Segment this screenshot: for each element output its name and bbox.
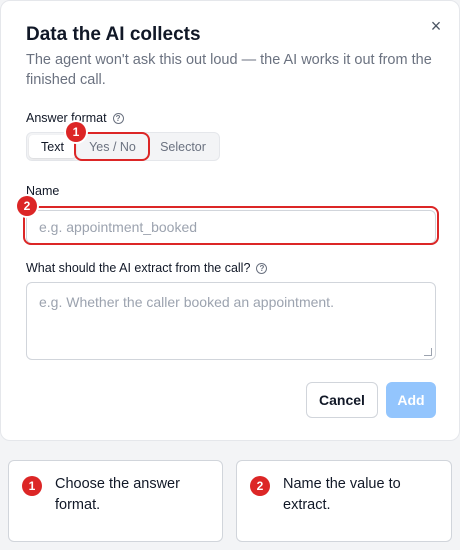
callout-badge-1: 1 xyxy=(22,476,42,496)
help-icon[interactable]: ? xyxy=(112,112,124,124)
callout-badge-2: 2 xyxy=(250,476,270,496)
format-option-yes-no[interactable]: Yes / No xyxy=(76,135,149,158)
answer-format-label-text: Answer format xyxy=(26,111,107,125)
callout-card-2: 2 Name the value to extract. xyxy=(236,460,452,542)
marker-badge-1: 1 xyxy=(66,122,86,142)
format-option-selector[interactable]: Selector xyxy=(149,135,217,158)
extract-label: What should the AI extract from the call… xyxy=(26,261,268,275)
marker-badge-2: 2 xyxy=(17,196,37,216)
modal-dialog: Data the AI collects × The agent won't a… xyxy=(0,0,460,441)
modal-title: Data the AI collects xyxy=(26,24,201,45)
extract-textarea[interactable]: e.g. Whether the caller booked an appoin… xyxy=(26,282,436,360)
cancel-button[interactable]: Cancel xyxy=(306,382,378,418)
resize-handle-icon[interactable] xyxy=(424,348,432,356)
answer-format-selector: Text Yes / No Selector xyxy=(26,132,220,161)
close-icon[interactable]: × xyxy=(425,15,447,37)
callout-card-1: 1 Choose the answer format. xyxy=(8,460,223,542)
modal-description: The agent won't ask this out loud — the … xyxy=(26,52,432,88)
add-button[interactable]: Add xyxy=(386,382,436,418)
help-icon[interactable]: ? xyxy=(256,262,268,274)
name-input[interactable]: e.g. appointment_booked xyxy=(26,210,436,244)
extract-placeholder: e.g. Whether the caller booked an appoin… xyxy=(39,294,334,310)
extract-label-text: What should the AI extract from the call… xyxy=(26,261,251,275)
callout-text-2: Name the value to extract. xyxy=(283,476,401,513)
callout-text-1: Choose the answer format. xyxy=(55,476,180,513)
